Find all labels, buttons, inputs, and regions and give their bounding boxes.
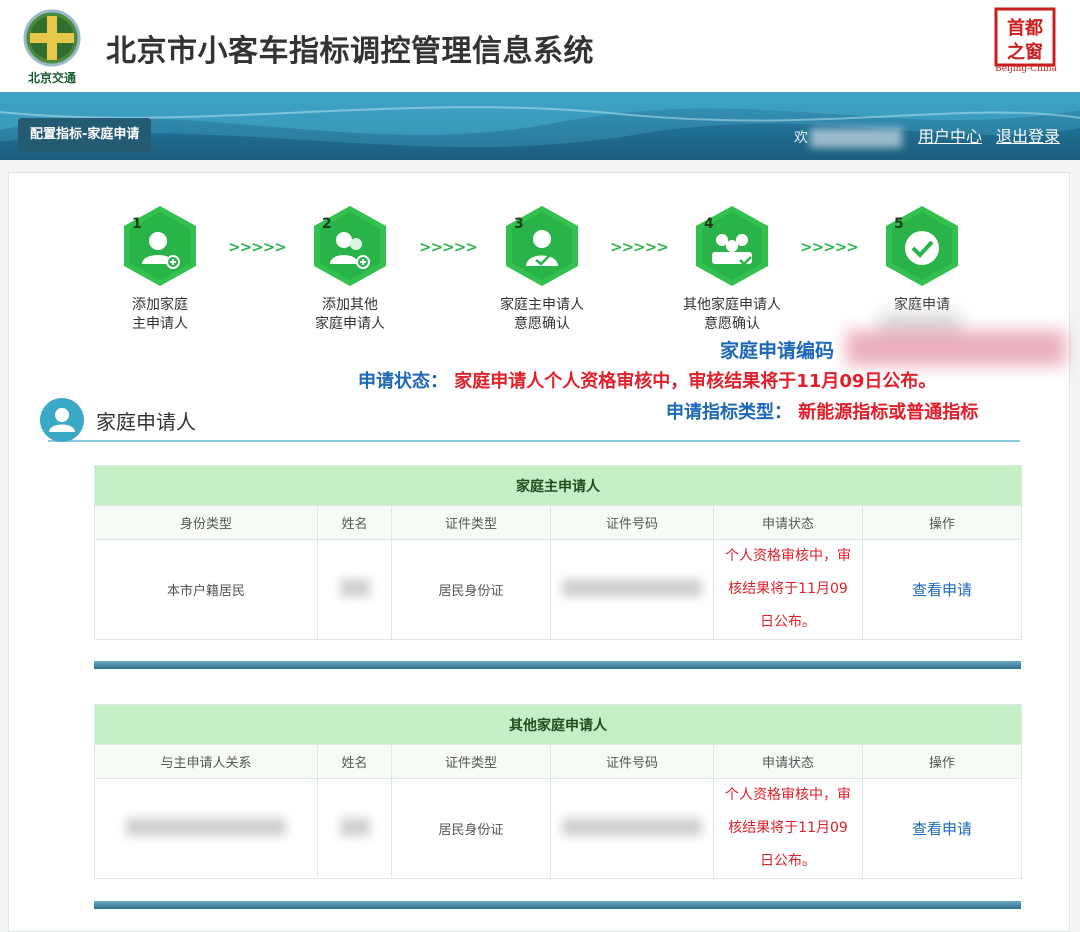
quota-type-value: 新能源指标或普通指标 (798, 402, 979, 423)
id-number-cell-redacted (550, 778, 714, 879)
header-id-number: 证件号码 (550, 505, 714, 540)
table-header-row: 与主申请人关系 姓名 证件类型 证件号码 申请状态 操作 (94, 744, 1022, 779)
header-id-number: 证件号码 (550, 744, 714, 779)
header-id-type: 证件类型 (391, 505, 551, 540)
section-divider (48, 440, 1020, 442)
header-status: 申请状态 (713, 744, 863, 779)
top-links: 欢 用户中心 退出登录 (794, 123, 1060, 148)
id-type-cell: 居民身份证 (391, 539, 551, 640)
view-application-link[interactable]: 查看申请 (912, 820, 972, 838)
main-applicant-table: 家庭主申请人 身份类型 姓名 证件类型 证件号码 申请状态 操作 本市户籍居民 … (93, 465, 1023, 640)
table-row: 居民身份证 个人资格审核中，审 核结果将于11月09 日公布。 查看申请 (94, 778, 1022, 879)
header-name: 姓名 (317, 505, 392, 540)
name-cell-redacted (317, 778, 392, 879)
identity-type-cell: 本市户籍居民 (94, 539, 318, 640)
table-row: 本市户籍居民 居民身份证 个人资格审核中，审 核结果将于11月09 日公布。 查看申… (94, 539, 1023, 640)
header-status: 申请状态 (713, 505, 863, 540)
status-label: 申请状态： (358, 371, 448, 392)
step-2-badge: 2 (312, 204, 388, 288)
svg-text:4: 4 (704, 216, 714, 232)
header-name: 姓名 (317, 744, 392, 779)
step-arrow-1: >>>>> (228, 238, 287, 256)
step-arrow-2: >>>>> (419, 238, 478, 256)
logout-link[interactable]: 退出登录 (996, 127, 1060, 146)
quota-type: 申请指标类型： 新能源指标或普通指标 (666, 398, 978, 424)
welcome-text: 欢 (793, 130, 808, 146)
user-center-link[interactable]: 用户中心 (918, 127, 982, 146)
header-action: 操作 (861, 505, 1023, 540)
relationship-cell-redacted (94, 778, 318, 879)
status-value: 家庭申请人个人资格审核中，审核结果将于11月09日公布。 (454, 371, 937, 392)
seal-caption: Beijing-China (995, 64, 1057, 74)
quota-type-label: 申请指标类型： (666, 402, 792, 423)
header-relationship: 与主申请人关系 (94, 744, 318, 779)
beijing-transport-logo[interactable]: 北京交通 (16, 8, 88, 86)
svg-text:1: 1 (132, 216, 142, 232)
username-redacted (809, 127, 902, 148)
system-title: 北京市小客车指标调控管理信息系统 (106, 34, 594, 69)
svg-text:3: 3 (514, 216, 524, 232)
user-avatar-icon (40, 398, 84, 442)
table-caption: 其他家庭申请人 (94, 704, 1022, 745)
application-status: 申请状态： 家庭申请人个人资格审核中，审核结果将于11月09日公布。 (358, 367, 936, 393)
step-2-label: 添加其他 家庭申请人 (315, 297, 385, 332)
status-cell: 个人资格审核中，审 核结果将于11月09 日公布。 (713, 778, 863, 879)
header-id-type: 证件类型 (391, 744, 551, 779)
logo-text: 北京交通 (28, 70, 76, 85)
group-confirm-icon: 4 (696, 206, 768, 286)
id-type-cell: 居民身份证 (391, 778, 551, 879)
header-identity-type: 身份类型 (94, 505, 318, 540)
table-header-row: 身份类型 姓名 证件类型 证件号码 申请状态 操作 (94, 505, 1023, 540)
add-users-icon: 2 (314, 206, 386, 286)
svg-text:2: 2 (322, 216, 332, 232)
add-user-icon: 1 (124, 206, 196, 286)
step-4: 4 其他家庭申请人 意愿确认 (662, 204, 802, 334)
step-5: 5 家庭申请 (852, 204, 992, 315)
table-divider (94, 661, 1021, 669)
step-arrow-4: >>>>> (800, 238, 859, 256)
action-cell: 查看申请 (861, 539, 1023, 640)
step-3-label: 家庭主申请人 意愿确认 (500, 297, 584, 332)
svg-text:之窗: 之窗 (1007, 41, 1043, 63)
application-code-redacted (846, 330, 1066, 366)
status-cell: 个人资格审核中，审 核结果将于11月09 日公布。 (713, 539, 863, 640)
step-1-badge: 1 (122, 204, 198, 288)
name-cell-redacted (317, 539, 392, 640)
application-code-label: 家庭申请编码 (720, 340, 835, 362)
user-confirm-icon: 3 (506, 206, 578, 286)
step-3: 3 家庭主申请人 意愿确认 (472, 204, 612, 334)
site-header: 北京交通 北京市小客车指标调控管理信息系统 首都 之窗 Beijing-Chin… (0, 0, 1080, 92)
step-2: 2 添加其他 家庭申请人 (280, 204, 420, 334)
step-5-badge: 5 (884, 204, 960, 288)
table-divider (94, 901, 1021, 909)
table-caption: 家庭主申请人 (93, 465, 1023, 506)
header-action: 操作 (862, 744, 1022, 779)
section-title: 家庭申请人 (96, 410, 196, 434)
other-applicants-table: 其他家庭申请人 与主申请人关系 姓名 证件类型 证件号码 申请状态 操作 居民身… (94, 704, 1022, 879)
id-number-cell-redacted (550, 539, 714, 640)
step-arrow-3: >>>>> (610, 238, 669, 256)
check-circle-icon: 5 (886, 206, 958, 286)
tab-family-application[interactable]: 配置指标-家庭申请 (18, 118, 152, 152)
step-3-badge: 3 (504, 204, 580, 288)
svg-text:首都: 首都 (1007, 17, 1043, 39)
view-application-link[interactable]: 查看申请 (912, 581, 972, 599)
action-cell: 查看申请 (862, 778, 1022, 879)
step-1: 1 添加家庭 主申请人 (90, 204, 230, 334)
svg-text:5: 5 (894, 216, 904, 232)
step-4-label: 其他家庭申请人 意愿确认 (683, 297, 781, 332)
step-1-label: 添加家庭 主申请人 (132, 297, 188, 332)
step-4-badge: 4 (694, 204, 770, 288)
